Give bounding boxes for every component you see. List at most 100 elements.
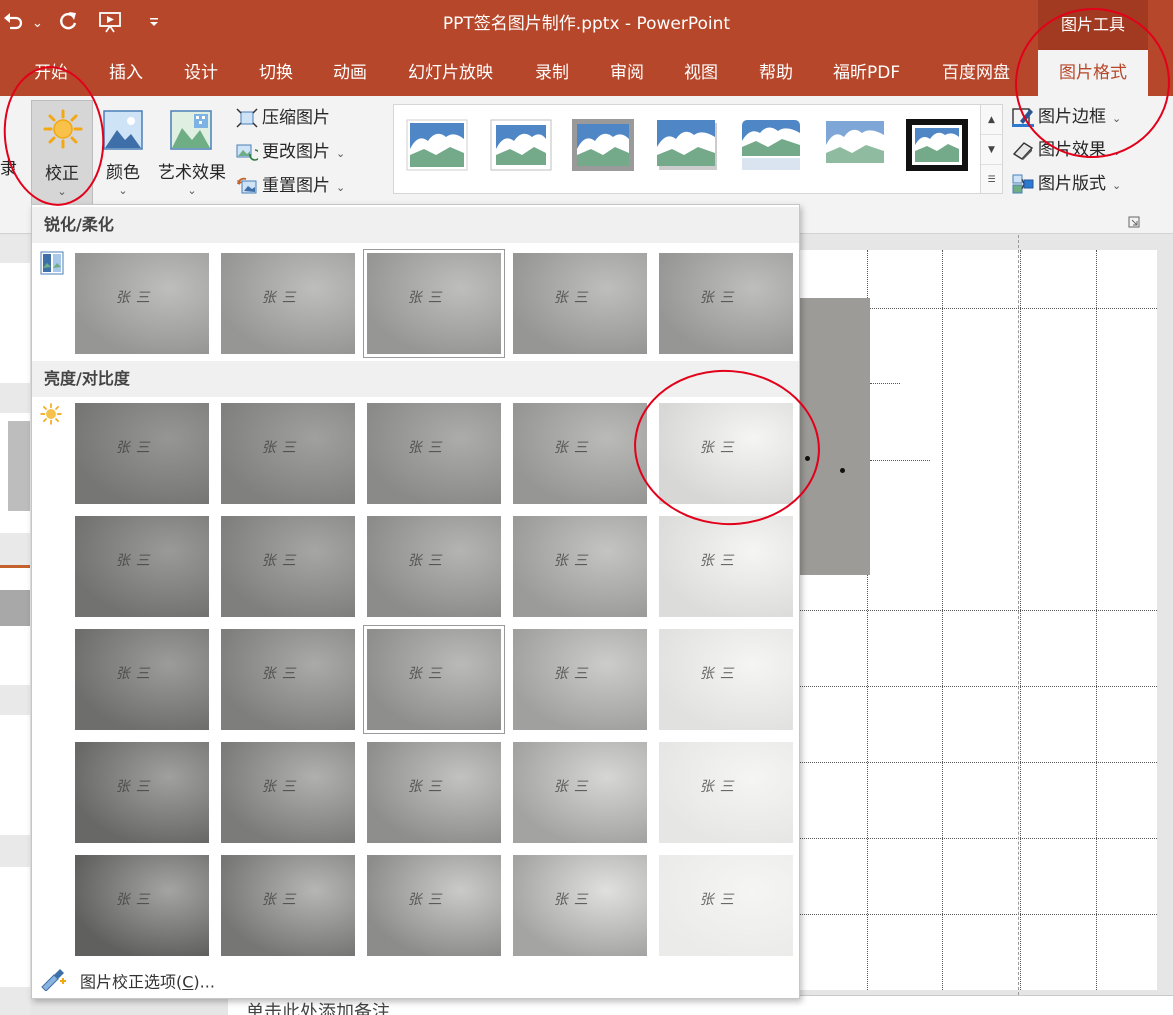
brightness-contrast-preset[interactable]: 张三 [367,403,501,504]
tab-transitions[interactable]: 切换 [259,62,293,84]
brightness-contrast-preset[interactable]: 张三 [75,629,209,730]
chevron-down-icon: ⌄ [187,184,197,197]
gallery-down-icon[interactable]: ▼ [981,135,1002,165]
tab-design[interactable]: 设计 [184,62,218,84]
compress-pictures-button[interactable]: 压缩图片 [236,106,330,130]
tab-record[interactable]: 录制 [535,62,569,84]
picture-styles-gallery [393,104,1003,194]
tab-animations[interactable]: 动画 [333,62,367,84]
grid-line [870,308,1159,309]
brightness-contrast-preset[interactable]: 张三 [221,403,355,504]
reset-picture-button[interactable]: 重置图片 ⌄ [236,174,345,200]
slide-thumbnail[interactable] [0,413,30,533]
brightness-contrast-preset[interactable]: 张三 [367,742,501,843]
brightness-contrast-preset[interactable]: 张三 [659,742,793,843]
styles-gallery-scroll[interactable]: ▲ ▼ ☰ [980,104,1003,194]
signature-preview-text: 张三 [261,440,305,456]
brightness-contrast-preset[interactable]: 张三 [75,855,209,956]
brightness-contrast-preset[interactable]: 张三 [221,516,355,617]
brightness-contrast-preset[interactable]: 张三 [659,629,793,730]
options-access-key: C [182,972,194,992]
brightness-contrast-preset[interactable]: 张三 [221,742,355,843]
sharpen-preset[interactable]: 张三 [75,253,209,354]
slide-thumbnail[interactable] [0,867,30,987]
notes-placeholder: 单击此处添加备注 [246,1002,390,1015]
slide-thumbnail-selected[interactable] [0,565,30,685]
brightness-contrast-preset[interactable]: 张三 [75,516,209,617]
tab-view[interactable]: 视图 [684,62,718,84]
signature-preview-text: 张三 [553,440,597,456]
style-thumb-thick-black-frame[interactable] [906,119,968,171]
style-thumb-simple-frame-white[interactable] [406,119,468,171]
sharpen-soften-heading: 锐化/柔化 [32,207,799,243]
brightness-contrast-preset[interactable]: 张三 [659,855,793,956]
grid-line [800,914,1159,915]
tab-slideshow[interactable]: 幻灯片放映 [408,62,493,84]
signature-preview-text: 张三 [553,666,597,682]
style-thumb-reflected-rounded[interactable] [740,119,802,171]
tab-baidu-netdisk[interactable]: 百度网盘 [942,62,1010,84]
signature-preview-text: 张三 [699,892,743,908]
sharpen-preset[interactable]: 张三 [659,253,793,354]
artistic-effects-button[interactable]: 艺术效果 ⌄ [153,100,231,208]
guide-line [1018,235,1019,995]
gallery-up-icon[interactable]: ▲ [981,105,1002,135]
sharpen-preset[interactable]: 张三 [221,253,355,354]
slide-thumbnail[interactable] [0,263,30,383]
brightness-contrast-preset[interactable]: 张三 [513,516,647,617]
signature-preview-text: 张三 [115,666,159,682]
tab-insert[interactable]: 插入 [109,62,143,84]
brightness-sun-icon [40,403,62,429]
signature-preview-text: 张三 [261,666,305,682]
sharpen-preset[interactable]: 张三 [363,249,505,358]
tab-foxit-pdf[interactable]: 福昕PDF [833,62,900,84]
chevron-down-icon: ⌄ [336,147,346,160]
change-picture-button[interactable]: 更改图片 ⌄ [236,140,345,166]
brightness-contrast-preset[interactable]: 张三 [513,403,647,504]
signature-preview-text: 张三 [407,290,451,306]
tab-help[interactable]: 帮助 [759,62,793,84]
signature-preview-text: 张三 [115,779,159,795]
document-title: PPT签名图片制作.pptx - PowerPoint [442,14,731,34]
sharpen-preset[interactable]: 张三 [513,253,647,354]
picture-effects-icon [1012,140,1034,160]
signature-preview-text: 张三 [261,290,305,306]
brightness-contrast-preset[interactable]: 张三 [659,516,793,617]
brightness-contrast-preset[interactable]: 张三 [513,742,647,843]
slide-thumbnail[interactable] [0,715,30,835]
dialog-launcher-icon[interactable] [1128,216,1140,228]
brightness-contrast-preset[interactable]: 张三 [221,629,355,730]
change-picture-icon [236,142,261,162]
brightness-contrast-preset[interactable]: 张三 [367,516,501,617]
chevron-down-icon: ⌄ [336,181,346,194]
brightness-contrast-preset[interactable]: 张三 [75,403,209,504]
picture-corrections-options-link[interactable]: 图片校正选项(C)... [40,967,215,999]
title-bar: ⌄ PPT签名图片制作.pptx - PowerPoint 图片工具 [0,0,1173,50]
signature-preview-text: 张三 [115,553,159,569]
tab-review[interactable]: 审阅 [610,62,644,84]
style-thumb-soft-edge[interactable] [824,119,886,171]
picture-layout-button[interactable]: 图片版式 ⌄ [1012,172,1121,198]
grid-line [942,250,943,990]
compress-pictures-icon [236,108,258,128]
reset-picture-label: 重置图片 [262,176,330,196]
brightness-contrast-preset[interactable]: 张三 [513,855,647,956]
corrections-gallery-dropdown: 锐化/柔化 亮度/对比度 图片校正选项(C)... 张三 张三 张三 张三 张三 张三 张三… [31,204,800,999]
picture-color-icon [103,110,143,155]
signature-preview-text: 张三 [407,779,451,795]
brightness-contrast-preset[interactable]: 张三 [367,855,501,956]
color-button[interactable]: 颜色 ⌄ [100,100,146,208]
grid-line [800,610,1159,611]
picture-layout-icon [1012,174,1034,194]
brightness-contrast-preset[interactable]: 张三 [363,625,505,734]
brightness-contrast-preset[interactable]: 张三 [221,855,355,956]
brightness-contrast-preset[interactable]: 张三 [75,742,209,843]
style-thumb-drop-shadow[interactable] [656,119,718,171]
signature-preview-text: 张三 [553,553,597,569]
brightness-contrast-preset[interactable]: 张三 [513,629,647,730]
gallery-more-icon[interactable]: ☰ [981,165,1002,195]
artistic-effects-icon [170,110,214,155]
style-thumb-soft-edge-white[interactable] [490,119,552,171]
slide-scrollbar[interactable] [1157,235,1173,995]
style-thumb-simple-frame-black[interactable] [572,119,634,171]
